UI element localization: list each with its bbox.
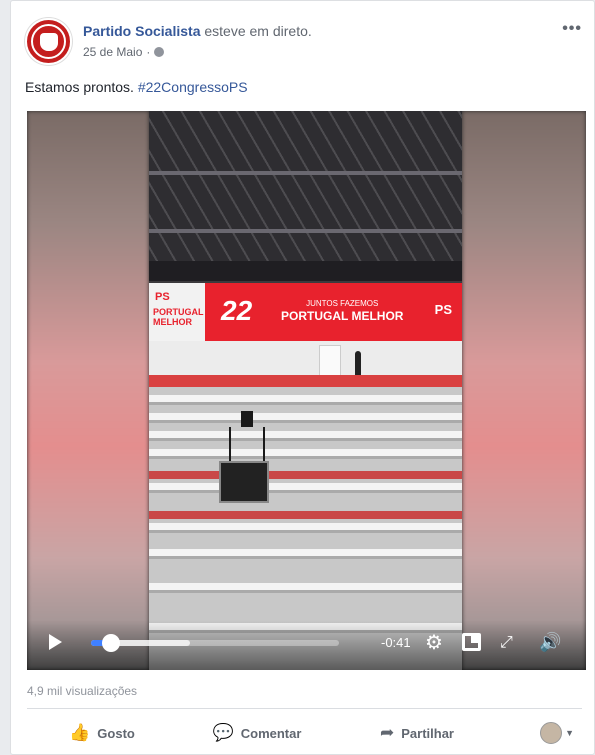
fist-logo-icon: [39, 32, 58, 51]
time-remaining: -0:41: [381, 635, 411, 650]
logo-ring: [31, 24, 66, 59]
comment-button[interactable]: 💬 Comentar: [177, 723, 337, 743]
author-line: Partido Socialista esteve em direto.: [83, 23, 312, 39]
share-label: Partilhar: [401, 725, 454, 741]
side-sign-text: PORTUGAL MELHOR: [153, 307, 204, 327]
truss-beam: [149, 229, 462, 233]
camera-head: [241, 411, 253, 427]
camera-case: [219, 461, 269, 503]
gear-icon[interactable]: ⚙: [425, 633, 445, 653]
volume-icon[interactable]: 🔊: [539, 632, 561, 653]
video-controls: -0:41 ⚙ ⤢ 🔊: [27, 620, 586, 670]
thumbs-up-icon: 👍: [69, 723, 91, 742]
red-aisle: [149, 511, 462, 519]
chair-row: [149, 483, 462, 493]
stage-front: [149, 375, 462, 387]
progress-scrubber[interactable]: [101, 634, 120, 652]
chevron-down-icon: ▼: [565, 728, 574, 738]
page-avatar[interactable]: [25, 18, 72, 65]
author-name-link[interactable]: Partido Socialista: [83, 23, 200, 39]
banner-ps-logo: PS: [434, 302, 452, 317]
video-blur-right: [462, 111, 586, 670]
chair-row: [149, 583, 462, 593]
chair-row: [149, 523, 462, 533]
more-options-button[interactable]: •••: [562, 20, 582, 38]
post-card: Partido Socialista esteve em direto. 25 …: [10, 0, 595, 755]
picture-in-picture-icon[interactable]: [462, 633, 481, 651]
post-meta: 25 de Maio ·: [83, 45, 165, 59]
reaction-identity-selector[interactable]: ▼: [540, 722, 574, 744]
red-aisle: [149, 471, 462, 479]
video-frame: PS PORTUGAL MELHOR 22 JUNTOS FAZEMOS POR…: [149, 111, 462, 670]
progress-bar[interactable]: [91, 634, 339, 652]
podium: [319, 345, 341, 377]
camera-tripod: [219, 411, 269, 511]
like-button[interactable]: 👍 Gosto: [27, 723, 177, 743]
banner-number: 22: [221, 295, 253, 326]
share-button[interactable]: ➦ Partilhar: [337, 723, 497, 743]
chair-row: [149, 449, 462, 459]
globe-icon[interactable]: [154, 47, 165, 57]
divider: [27, 708, 582, 709]
banner-slogan: JUNTOS FAZEMOS PORTUGAL MELHOR: [281, 298, 403, 322]
side-sign: PS PORTUGAL MELHOR: [149, 283, 205, 343]
hashtag-link[interactable]: #22CongressoPS: [138, 79, 248, 95]
comment-icon: 💬: [212, 723, 234, 742]
person-on-stage: [355, 351, 361, 377]
banner-slogan-big: PORTUGAL MELHOR: [281, 309, 404, 323]
play-icon[interactable]: [49, 634, 62, 650]
stage-lights: [149, 261, 462, 281]
comment-label: Comentar: [240, 725, 302, 741]
fullscreen-icon[interactable]: ⤢: [500, 634, 513, 652]
video-player[interactable]: PS PORTUGAL MELHOR 22 JUNTOS FAZEMOS POR…: [27, 111, 586, 670]
chair-row: [149, 395, 462, 405]
post-action-text: esteve em direto.: [204, 23, 312, 39]
post-message: Estamos prontos. #22CongressoPS: [25, 79, 248, 95]
view-count[interactable]: 4,9 mil visualizações: [27, 684, 137, 698]
side-sign-ps: PS: [155, 291, 170, 303]
share-arrow-icon: ➦: [380, 723, 395, 742]
video-blur-left: [27, 111, 149, 670]
chair-row: [149, 549, 462, 559]
post-message-text: Estamos prontos.: [25, 79, 138, 95]
chair-row: [149, 413, 462, 423]
ceiling-truss: [149, 111, 462, 281]
post-header: Partido Socialista esteve em direto. 25 …: [25, 18, 582, 66]
truss-beam: [149, 171, 462, 175]
action-bar: 👍 Gosto 💬 Comentar ➦ Partilhar ▼: [27, 715, 582, 751]
chair-row: [149, 431, 462, 441]
congress-banner: 22 JUNTOS FAZEMOS PORTUGAL MELHOR PS: [205, 283, 462, 341]
like-label: Gosto: [97, 725, 135, 741]
user-avatar: [540, 722, 563, 744]
post-date-link[interactable]: 25 de Maio: [83, 45, 142, 59]
date-separator: ·: [146, 45, 151, 59]
